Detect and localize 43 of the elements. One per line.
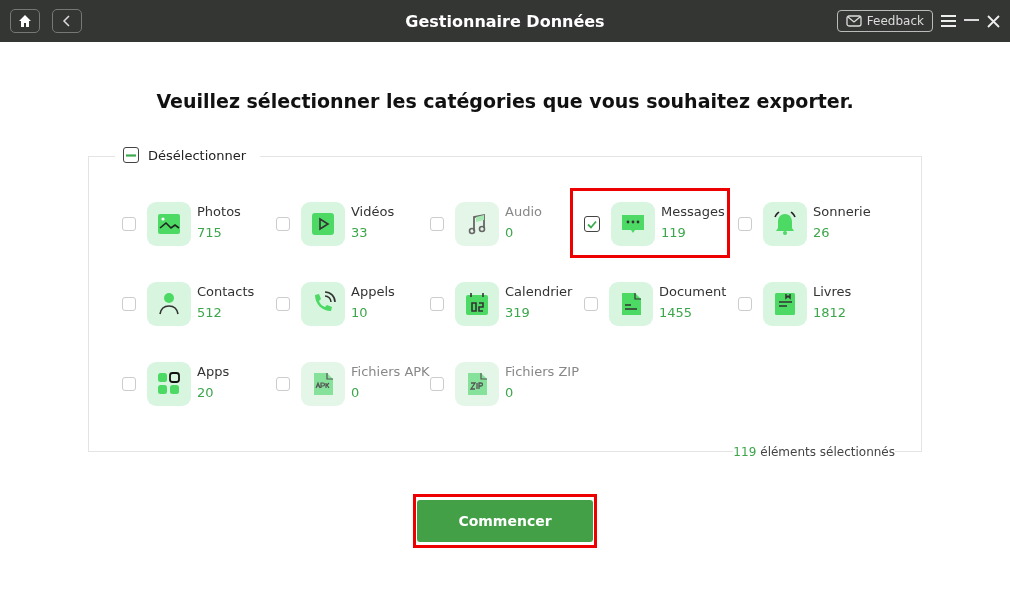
- category-name: Vidéos: [351, 204, 395, 219]
- mail-icon: [845, 15, 862, 27]
- category-name: Sonnerie: [813, 204, 871, 219]
- category-count: 319: [505, 305, 531, 320]
- window-title: Gestionnaire Données: [405, 11, 605, 31]
- check-icon: [587, 219, 597, 229]
- close-icon[interactable]: [987, 14, 1000, 28]
- back-button[interactable]: [52, 9, 82, 33]
- category-count: 20: [197, 385, 215, 400]
- category-count: 0: [505, 225, 515, 240]
- home-button[interactable]: [10, 9, 40, 33]
- heading: Veuillez sélectionner les catégories que vous souhaitez exporter.: [156, 90, 854, 112]
- selected-count: 119: [733, 445, 757, 459]
- category-name: Fichiers ZIP: [505, 364, 579, 379]
- category-name: Contacts: [197, 284, 255, 299]
- selected-label: éléments sélectionnés: [760, 445, 895, 459]
- category-count: 119: [661, 225, 687, 240]
- category-name: Photos: [197, 204, 241, 219]
- checkbox[interactable]: [584, 216, 600, 232]
- home-icon: [18, 14, 32, 28]
- checkbox[interactable]: [123, 147, 139, 163]
- category-count: 715: [197, 225, 223, 240]
- category-name: Fichiers APK: [351, 364, 430, 379]
- feedback-button[interactable]: Feedback: [836, 10, 933, 32]
- menu-icon[interactable]: [941, 15, 956, 27]
- category-count: 0: [505, 385, 515, 400]
- category-name: Messages: [661, 204, 725, 219]
- category-name: Appels: [351, 284, 395, 299]
- back-icon: [62, 14, 72, 28]
- category-count: 1812: [813, 305, 848, 320]
- category-count: 1455: [659, 305, 694, 320]
- category-name: Apps: [197, 364, 230, 379]
- category-name: Calendrier: [505, 284, 573, 299]
- category-count: 33: [351, 225, 369, 240]
- category-count: 512: [197, 305, 223, 320]
- category-name: Livres: [813, 284, 852, 299]
- category-name: Audio: [505, 204, 542, 219]
- deselect-label[interactable]: Désélectionner: [148, 147, 247, 163]
- category-count: 0: [351, 385, 361, 400]
- category-count: 10: [351, 305, 369, 320]
- category-name: Document: [659, 284, 727, 299]
- category-count: 26: [813, 225, 831, 240]
- minus-icon: [126, 153, 136, 157]
